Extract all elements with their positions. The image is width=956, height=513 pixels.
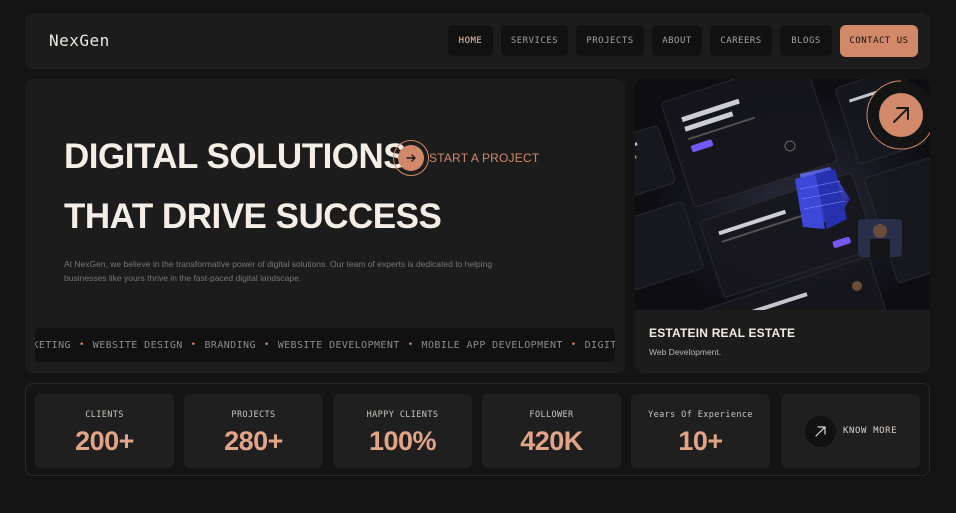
start-project-label: START A PROJECT <box>429 151 540 165</box>
stats-panel: CLIENTS 200+ PROJECTS 280+ HAPPY CLIENTS… <box>25 383 930 476</box>
stat-value: 420K <box>520 426 583 456</box>
hero-title-line-2: THAT DRIVE SUCCESS <box>64 197 442 236</box>
ticker-track: RKETING • WEBSITE DESIGN • BRANDING • WE… <box>35 340 615 351</box>
stat-happy-clients: HAPPY CLIENTS 100% <box>333 394 472 468</box>
know-more-label: KNOW MORE <box>843 426 898 436</box>
project-open-button[interactable] <box>864 79 930 151</box>
ticker-item: MOBILE APP DEVELOPMENT <box>421 339 563 351</box>
ticker-separator: • <box>78 340 85 350</box>
ticker-item: RKETING <box>35 339 71 351</box>
start-project-ring <box>393 140 429 176</box>
stat-value: 280+ <box>224 426 283 456</box>
stat-label: FOLLOWER <box>529 410 574 420</box>
nav-projects[interactable]: PROJECTS <box>576 25 644 56</box>
stat-label: CLIENTS <box>85 410 124 420</box>
brand-logo[interactable]: NexGen <box>49 31 110 50</box>
ticker-item: BRANDING <box>204 339 256 351</box>
ticker-separator: • <box>190 340 197 350</box>
hero-title-line-1: DIGITAL SOLUTIONS <box>64 137 407 176</box>
stat-label: PROJECTS <box>231 410 276 420</box>
stat-value: 10+ <box>678 426 723 456</box>
ticker-item: WEBSITE DESIGN <box>92 339 183 351</box>
nav-blogs[interactable]: BLOGS <box>780 25 832 56</box>
arrow-up-right-icon <box>805 415 836 447</box>
stat-label: HAPPY CLIENTS <box>366 410 439 420</box>
services-ticker: RKETING • WEBSITE DESIGN • BRANDING • WE… <box>35 328 615 362</box>
nav-home[interactable]: HOME <box>448 25 493 56</box>
hero-description: At NexGen, we believe in the transformat… <box>64 259 493 283</box>
stat-experience: Years Of Experience 10+ <box>631 394 770 468</box>
project-subtitle: Web Development. <box>649 347 722 357</box>
nav-services[interactable]: SERVICES <box>501 25 568 56</box>
know-more-button[interactable]: KNOW MORE <box>781 394 920 468</box>
stat-projects: PROJECTS 280+ <box>184 394 323 468</box>
stat-value: 200+ <box>75 426 134 456</box>
ticker-separator: • <box>570 340 577 350</box>
contact-us-button[interactable]: CONTACT US <box>840 25 918 57</box>
nav-careers[interactable]: CAREERS <box>710 25 772 56</box>
project-title: ESTATEIN REAL ESTATE <box>649 326 796 340</box>
hero-section: DIGITAL SOLUTIONS THAT DRIVE SUCCESS STA… <box>25 79 625 373</box>
start-project-button[interactable]: START A PROJECT <box>393 138 539 178</box>
stat-value: 100% <box>368 426 437 456</box>
nav-about[interactable]: ABOUT <box>652 25 702 56</box>
stat-label: Years Of Experience <box>648 410 753 420</box>
stat-followers: FOLLOWER 420K <box>482 394 621 468</box>
arrow-up-right-icon <box>893 107 909 123</box>
ticker-item: DIGITAL <box>584 339 615 351</box>
featured-project-card[interactable]: ESTATEIN REAL ESTATE Web Development. <box>635 79 930 373</box>
ticker-item: WEBSITE DEVELOPMENT <box>277 339 400 351</box>
ticker-separator: • <box>263 340 270 350</box>
arrow-right-icon <box>398 145 424 171</box>
stat-clients: CLIENTS 200+ <box>35 394 174 468</box>
ticker-separator: • <box>407 340 414 350</box>
navbar: NexGen HOME SERVICES PROJECTS ABOUT CARE… <box>25 13 930 69</box>
